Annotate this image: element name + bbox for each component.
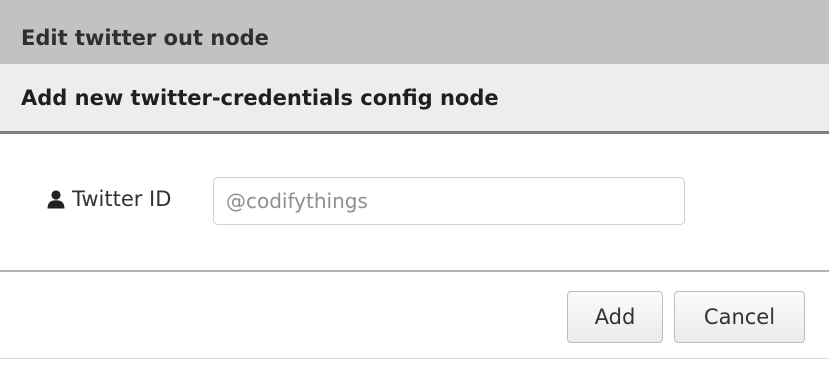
twitter-id-input[interactable] [213,177,685,225]
twitter-id-label-group: Twitter ID [46,187,171,211]
twitter-id-label: Twitter ID [72,187,172,211]
twitter-id-row: Twitter ID [0,175,829,229]
config-dialog-title: Add new twitter-credentials config node [21,86,499,110]
config-dialog-header: Add new twitter-credentials config node [0,64,829,134]
footer-divider [0,270,829,272]
add-button[interactable]: Add [567,291,663,343]
outer-dialog-header: Edit twitter out node [0,0,829,64]
outer-dialog-title: Edit twitter out node [21,26,269,50]
config-node-dialog: Edit twitter out node Add new twitter-cr… [0,0,829,366]
footer-bottom-edge [0,358,829,359]
user-icon [47,190,65,209]
cancel-button[interactable]: Cancel [674,291,805,343]
